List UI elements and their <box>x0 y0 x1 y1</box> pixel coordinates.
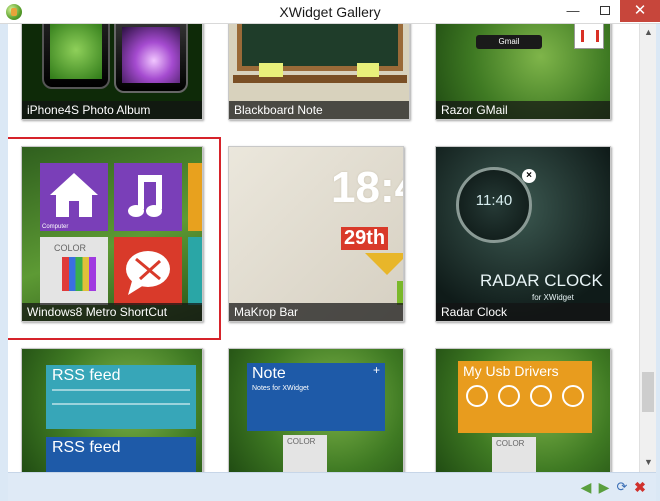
phone-graphic-right <box>114 24 188 93</box>
widget-tile-my-usb-drivers[interactable]: My Usb Drivers COLOR <box>435 348 611 472</box>
usb-drive-icon <box>530 385 552 407</box>
widget-tile-rss-feed[interactable]: RSS feed RSS feed <box>21 348 203 472</box>
maximize-icon <box>600 6 610 15</box>
scrollbar-thumb[interactable] <box>642 372 654 412</box>
makrop-time: 18:4 <box>331 163 403 212</box>
minimize-button[interactable]: — <box>558 0 588 22</box>
sticky-note-graphic <box>259 63 283 77</box>
makrop-date: 29th <box>341 227 389 250</box>
color-book-graphic: COLOR <box>492 437 536 472</box>
rss-feed-title-secondary: RSS feed <box>52 439 121 456</box>
vertical-scrollbar[interactable]: ▲ ▼ <box>639 24 656 472</box>
window-frame-left <box>0 24 8 501</box>
color-book-label: COLOR <box>496 439 525 448</box>
title-bar: XWidget Gallery — ✕ <box>0 0 660 24</box>
window-frame-right <box>656 24 660 501</box>
rss-feed-panel: RSS feed <box>46 365 196 429</box>
sticky-note-graphic <box>357 63 379 77</box>
radar-clock-subtitle: for XWidget <box>532 293 574 302</box>
gmail-button: Gmail <box>476 35 542 49</box>
minimize-icon: — <box>566 3 580 18</box>
widget-gallery: iPhone4S Photo Album Blackboard Note Gma… <box>8 24 639 472</box>
note-title: Note <box>252 365 286 382</box>
tile-caption: Blackboard Note <box>229 101 409 119</box>
widget-tile-makrop-bar[interactable]: 18:4 29th MaKrop Bar <box>228 146 404 322</box>
radar-clock-face: 11:40 <box>456 167 532 243</box>
refresh-icon[interactable]: ⟳ <box>614 479 630 495</box>
makrop-bar-graphic <box>397 281 403 305</box>
scroll-up-arrow-icon[interactable]: ▲ <box>640 24 657 41</box>
widget-tile-iphone4s-photo-album[interactable]: iPhone4S Photo Album <box>21 24 203 120</box>
tile-caption: MaKrop Bar <box>229 303 403 321</box>
widget-tile-blackboard-note[interactable]: Blackboard Note <box>228 24 410 120</box>
tile-caption: iPhone4S Photo Album <box>22 101 202 119</box>
usb-drive-icon <box>466 385 488 407</box>
makrop-triangle-graphic <box>365 253 403 275</box>
usb-drive-icon <box>562 385 584 407</box>
next-arrow-icon[interactable]: ▶ <box>596 479 612 495</box>
phone-graphic-left <box>42 24 110 89</box>
gmail-label: Gmail <box>498 37 520 46</box>
tile-caption: Razor GMail <box>436 101 610 119</box>
tile-caption: Radar Clock <box>436 303 610 321</box>
widget-tile-razor-gmail[interactable]: Gmail Razor GMail <box>435 24 611 120</box>
close-window-button[interactable]: ✕ <box>620 0 660 22</box>
rss-feed-panel-secondary: RSS feed <box>46 437 196 472</box>
close-widget-icon[interactable]: × <box>522 169 536 183</box>
widget-tile-note[interactable]: Note Notes for XWidget + COLOR <box>228 348 404 472</box>
selected-tile-highlight <box>8 137 221 340</box>
previous-arrow-icon[interactable]: ◀ <box>578 479 594 495</box>
radar-clock-time: 11:40 <box>475 192 513 209</box>
radar-clock-title: RADAR CLOCK <box>480 271 603 290</box>
close-icon[interactable]: ✖ <box>632 479 648 495</box>
usb-drivers-panel: My Usb Drivers <box>458 361 592 433</box>
close-icon: ✕ <box>633 2 647 19</box>
scroll-down-arrow-icon[interactable]: ▼ <box>640 454 657 471</box>
usb-drive-icon <box>498 385 520 407</box>
maximize-button[interactable] <box>590 0 620 22</box>
add-note-icon: + <box>373 363 381 377</box>
rss-text-lines <box>52 389 190 405</box>
note-panel: Note Notes for XWidget + <box>247 363 385 431</box>
widget-tile-radar-clock[interactable]: 11:40 × RADAR CLOCK for XWidget Radar Cl… <box>435 146 611 322</box>
color-book-label: COLOR <box>287 437 316 446</box>
usb-drivers-title: My Usb Drivers <box>463 363 559 379</box>
color-book-graphic: COLOR <box>283 435 327 472</box>
gmail-logo-icon <box>574 24 604 49</box>
rss-feed-title: RSS feed <box>52 367 121 384</box>
note-subtitle: Notes for XWidget <box>252 385 309 392</box>
bottom-toolbar: ◀ ▶ ⟳ ✖ <box>8 472 656 501</box>
